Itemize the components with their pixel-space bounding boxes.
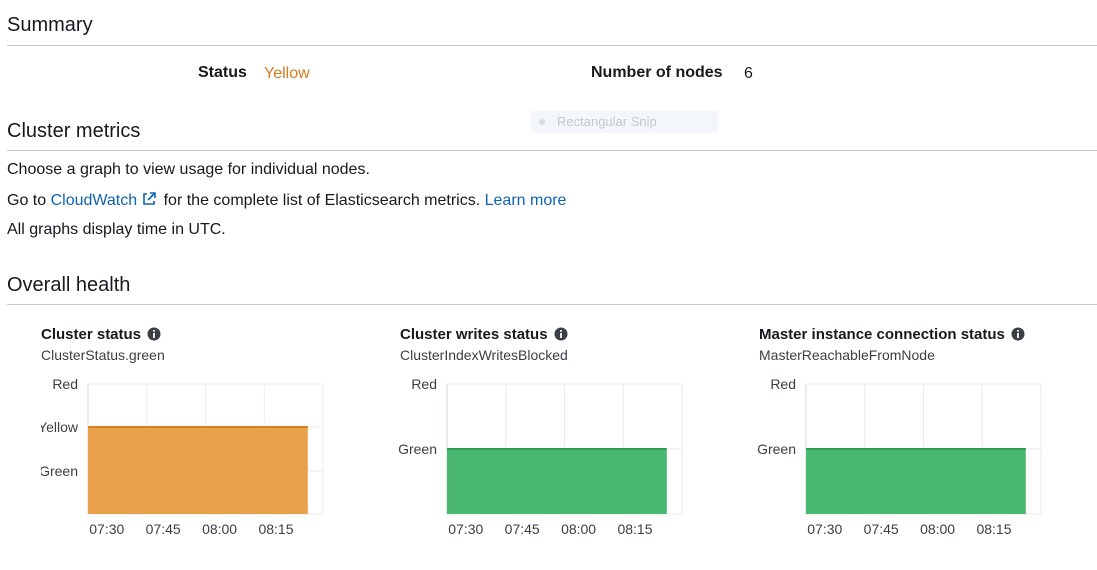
x-tick-label: 07:30 — [89, 521, 124, 537]
cloudwatch-link[interactable]: CloudWatch — [51, 192, 160, 209]
y-tick-label: Green — [41, 463, 78, 479]
x-tick-label: 08:00 — [920, 521, 955, 537]
status-area — [88, 427, 308, 514]
master-connection-chart[interactable]: Red Green 07:30 07:45 08:00 08:15 — [718, 370, 1058, 540]
x-tick-label: 08:15 — [258, 521, 293, 537]
info-icon[interactable] — [554, 327, 568, 345]
cloudwatch-link-text: CloudWatch — [50, 192, 138, 209]
x-tick-label: 08:00 — [561, 521, 596, 537]
panel-metric-name: ClusterStatus.green — [41, 347, 165, 363]
status-area — [806, 449, 1026, 514]
health-panel-master-connection: Master instance connection status Master… — [718, 320, 1042, 560]
overall-health-title: Overall health — [7, 274, 131, 296]
y-tick-label: Green — [398, 441, 437, 457]
nodes-label: Number of nodes — [591, 64, 723, 81]
cluster-writes-chart[interactable]: Red Green 07:30 07:45 08:00 08:15 — [359, 370, 699, 540]
y-tick-label: Red — [52, 376, 78, 392]
metrics-line-3: All graphs display time in UTC. — [7, 221, 226, 238]
panel-title: Cluster status — [41, 326, 161, 345]
panel-title: Master instance connection status — [759, 326, 1025, 345]
status-label: Status — [198, 64, 247, 81]
x-tick-label: 08:00 — [202, 521, 237, 537]
health-panel-cluster-writes: Cluster writes status ClusterIndexWrites… — [359, 320, 683, 560]
panel-metric-name: ClusterIndexWritesBlocked — [400, 347, 568, 363]
metrics-line-2-prefix: Go to — [7, 192, 47, 209]
metrics-line-1: Choose a graph to view usage for individ… — [7, 161, 370, 178]
y-tick-label: Yellow — [41, 419, 79, 435]
x-tick-label: 07:30 — [807, 521, 842, 537]
nodes-value: 6 — [744, 65, 753, 82]
external-link-icon — [141, 191, 157, 212]
info-icon[interactable] — [147, 327, 161, 345]
snip-dot-icon — [539, 119, 545, 125]
y-tick-label: Green — [757, 441, 796, 457]
y-tick-label: Red — [411, 376, 437, 392]
summary-divider — [7, 45, 1097, 46]
status-value: Yellow — [264, 65, 310, 82]
metrics-line-2-suffix: for the complete list of Elasticsearch m… — [163, 192, 481, 209]
health-panel-cluster-status: Cluster status ClusterStatus.green Red Ye… — [41, 320, 361, 560]
x-tick-label: 07:45 — [505, 521, 540, 537]
y-tick-label: Red — [770, 376, 796, 392]
x-tick-label: 07:45 — [146, 521, 181, 537]
panel-title: Cluster writes status — [400, 326, 568, 345]
panel-title-text: Cluster writes status — [400, 326, 548, 343]
x-tick-label: 08:15 — [617, 521, 652, 537]
metrics-line-2: Go to CloudWatch for the complete list o… — [7, 191, 566, 212]
cluster-metrics-title: Cluster metrics — [7, 120, 141, 142]
panel-title-text: Cluster status — [41, 326, 142, 343]
panel-metric-name: MasterReachableFromNode — [759, 347, 935, 363]
info-icon[interactable] — [1011, 327, 1025, 345]
snip-overlay-text: Rectangular Snip — [557, 114, 657, 129]
cluster-status-chart[interactable]: Red Yellow Green 07:30 07:45 08:00 08:15 — [41, 370, 361, 540]
x-tick-label: 08:15 — [976, 521, 1011, 537]
summary-title: Summary — [7, 14, 93, 36]
cluster-metrics-divider — [7, 150, 1097, 151]
x-tick-label: 07:30 — [448, 521, 483, 537]
x-tick-label: 07:45 — [864, 521, 899, 537]
rectangular-snip-overlay: Rectangular Snip — [531, 111, 718, 133]
overall-health-divider — [7, 304, 1097, 305]
panel-title-text: Master instance connection status — [759, 326, 1005, 343]
status-area — [447, 449, 667, 514]
learn-more-link[interactable]: Learn more — [485, 192, 567, 209]
